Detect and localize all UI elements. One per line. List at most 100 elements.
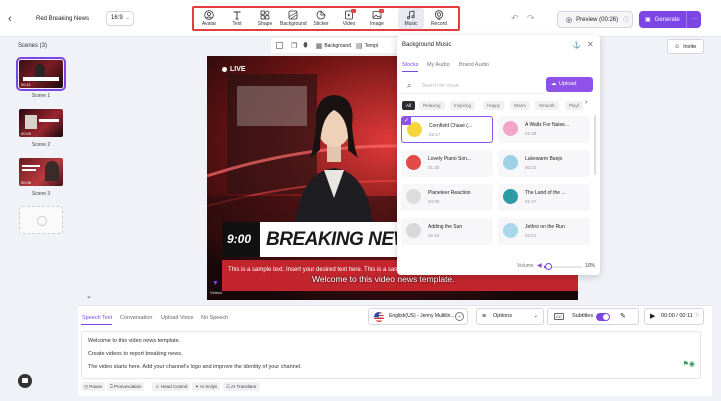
tool-label: Image — [370, 21, 384, 27]
chevron-down-icon: ⌄ — [125, 15, 130, 21]
music-track[interactable]: Jethro on the Run 02:51 — [498, 218, 590, 245]
music-track[interactable]: Planeteer Reaction 04:00 — [401, 184, 493, 211]
live-indicator: LIVE — [222, 66, 246, 73]
pause-button[interactable]: ◷ Pause — [81, 382, 105, 391]
chip-smooth[interactable]: Smooth — [535, 101, 559, 110]
ai-translator-button[interactable]: ☷ AI Translator — [223, 382, 260, 391]
options-button[interactable]: ≡ Options ⌄ — [476, 308, 544, 325]
tab-upload-voice[interactable]: Upload Voice — [161, 315, 193, 321]
back-button[interactable]: ‹ — [8, 13, 12, 25]
tool-text[interactable]: Text — [224, 8, 250, 29]
generate-label: Generate — [654, 16, 680, 23]
news-time[interactable]: 9:00 — [222, 222, 260, 257]
template-icon[interactable]: ▤ — [356, 42, 363, 50]
tab-no-speech[interactable]: No Speech — [201, 315, 228, 321]
playback-control[interactable]: ▶ 00:00 / 00:11 ⓘ — [644, 308, 704, 325]
music-track[interactable]: Lovely Piano Son... 01:30 — [401, 150, 493, 177]
grammar-check-icon[interactable]: ⚑◉ — [683, 360, 695, 368]
style-pen-icon[interactable]: ✎ — [620, 309, 626, 324]
music-track[interactable]: Lukewarm Banjo 00:32 — [498, 150, 590, 177]
preview-icon: ◎ — [566, 16, 573, 24]
collapse-chevron-icon[interactable]: ⌄ — [86, 292, 92, 300]
checkbox-icon[interactable] — [276, 42, 283, 49]
layer-icon[interactable]: ❐ — [291, 42, 297, 50]
drop-icon[interactable]: ⬮ — [303, 42, 307, 50]
aspect-ratio-value: 16:9 — [111, 15, 123, 21]
track-list-scrollbar[interactable] — [594, 115, 596, 175]
thumbnail-avatar — [25, 115, 37, 129]
pin-icon[interactable]: ⚓ — [572, 41, 581, 49]
tool-shape[interactable]: Shape — [252, 8, 278, 29]
chevron-right-icon[interactable]: › — [585, 99, 587, 106]
chip-all[interactable]: All — [402, 101, 416, 110]
chip-happy[interactable]: Happy — [483, 101, 505, 110]
tab-brand-audio[interactable]: Brand Audio — [459, 62, 489, 68]
music-track[interactable]: The Land of the ... 01:47 — [498, 184, 590, 211]
music-search-input[interactable]: ⌕ Search for music — [402, 79, 542, 94]
add-scene-button[interactable] — [19, 206, 63, 234]
background-tool-label[interactable]: Background — [324, 43, 351, 49]
tool-sticker[interactable]: Sticker — [308, 8, 334, 29]
invite-button[interactable]: ☺ Invite — [667, 39, 704, 54]
chip-inspiring[interactable]: Inspiring — [450, 101, 476, 110]
background-tool-icon[interactable]: ▦ — [316, 42, 323, 50]
tool-background[interactable]: Background — [280, 8, 307, 29]
project-title[interactable]: Red Breaking News — [36, 16, 89, 22]
script-line[interactable]: Create videos to report breaking news. — [88, 351, 182, 357]
thumbnail-avatar — [45, 161, 59, 181]
scene-thumbnail-2[interactable]: 00:09 — [19, 109, 63, 137]
breaking-news-headline[interactable]: BREAKING NEWS — [260, 222, 400, 257]
scene-duration: 00:09 — [21, 131, 32, 136]
ai-script-label: AI Script — [199, 384, 217, 389]
aspect-ratio-select[interactable]: 16:9 ⌄ — [106, 11, 134, 26]
live-dot-icon — [222, 66, 227, 72]
video-corner-label: Videos — [210, 290, 223, 295]
preview-button[interactable]: ◎ Preview (00:26) ⓘ — [557, 11, 633, 28]
music-track[interactable]: A Waltz For Naise... 01:39 — [498, 116, 590, 143]
tab-conversation[interactable]: Conversation — [120, 315, 152, 321]
music-track[interactable]: Cornfield Chase (... 02:17 ✓ — [401, 116, 493, 143]
more-options-button[interactable]: ··· — [686, 11, 701, 28]
volume-slider-knob[interactable] — [544, 263, 552, 270]
scene-duration: 00:11 — [21, 82, 31, 87]
tab-stocks[interactable]: Stocks — [402, 62, 419, 68]
head-control-button[interactable]: ☺ Head Control — [152, 382, 191, 391]
script-line[interactable]: Welcome to this video news template. — [88, 338, 180, 344]
script-line[interactable]: The video starts here. Add your channel'… — [88, 364, 302, 370]
chip-playful[interactable]: Playf — [565, 101, 584, 110]
scene-thumbnail-3[interactable]: 00:06 — [19, 158, 63, 186]
subtitles-toggle[interactable] — [596, 313, 610, 321]
scene-thumbnail-1[interactable]: 00:11 — [16, 57, 66, 91]
ai-translator-label: AI Translator — [231, 384, 257, 389]
tab-speech-text[interactable]: Speech Text — [82, 315, 112, 321]
tool-record[interactable]: Record — [426, 8, 452, 29]
generate-button[interactable]: ▣ Generate ··· — [639, 11, 701, 28]
tool-video[interactable]: Video — [336, 8, 362, 29]
chip-warm[interactable]: Warm — [510, 101, 530, 110]
track-cover — [503, 223, 518, 238]
subtitle-caption[interactable]: Welcome to this video news template. — [312, 274, 455, 284]
chat-support-icon[interactable] — [18, 374, 32, 388]
ai-script-button[interactable]: ✦ AI Script — [192, 382, 220, 391]
script-editor[interactable]: Welcome to this video news template. Cre… — [81, 331, 701, 379]
tab-my-audio[interactable]: My Audio — [427, 62, 450, 68]
music-track[interactable]: Adding the Sun 02:16 — [401, 218, 493, 245]
thumbnail-banner — [22, 169, 36, 171]
upload-button[interactable]: ☁ Upload — [546, 77, 593, 92]
chip-relaxing[interactable]: Relaxing — [419, 101, 445, 110]
options-label: Options — [493, 313, 512, 319]
voice-select[interactable]: English(US) - Jenny Multilin... ⌄ — [368, 308, 468, 325]
scene-label: Scene 1 — [31, 93, 51, 99]
pronunciation-button[interactable]: ⎕ Pronunciation — [107, 382, 145, 391]
speaker-icon[interactable]: ◀ — [537, 262, 542, 269]
undo-icon[interactable]: ↶ — [511, 13, 519, 24]
tool-image[interactable]: Image — [364, 8, 390, 29]
tool-music[interactable]: Music — [398, 8, 424, 29]
close-icon[interactable]: ✕ — [587, 40, 594, 49]
plus-icon — [37, 216, 47, 226]
redo-icon[interactable]: ↷ — [527, 13, 535, 24]
tool-avatar[interactable]: Avatar — [196, 8, 222, 29]
play-icon[interactable]: ▶ — [650, 309, 655, 324]
template-label[interactable]: Templ — [365, 43, 378, 49]
scenes-title: Scenes (3) — [18, 43, 48, 49]
